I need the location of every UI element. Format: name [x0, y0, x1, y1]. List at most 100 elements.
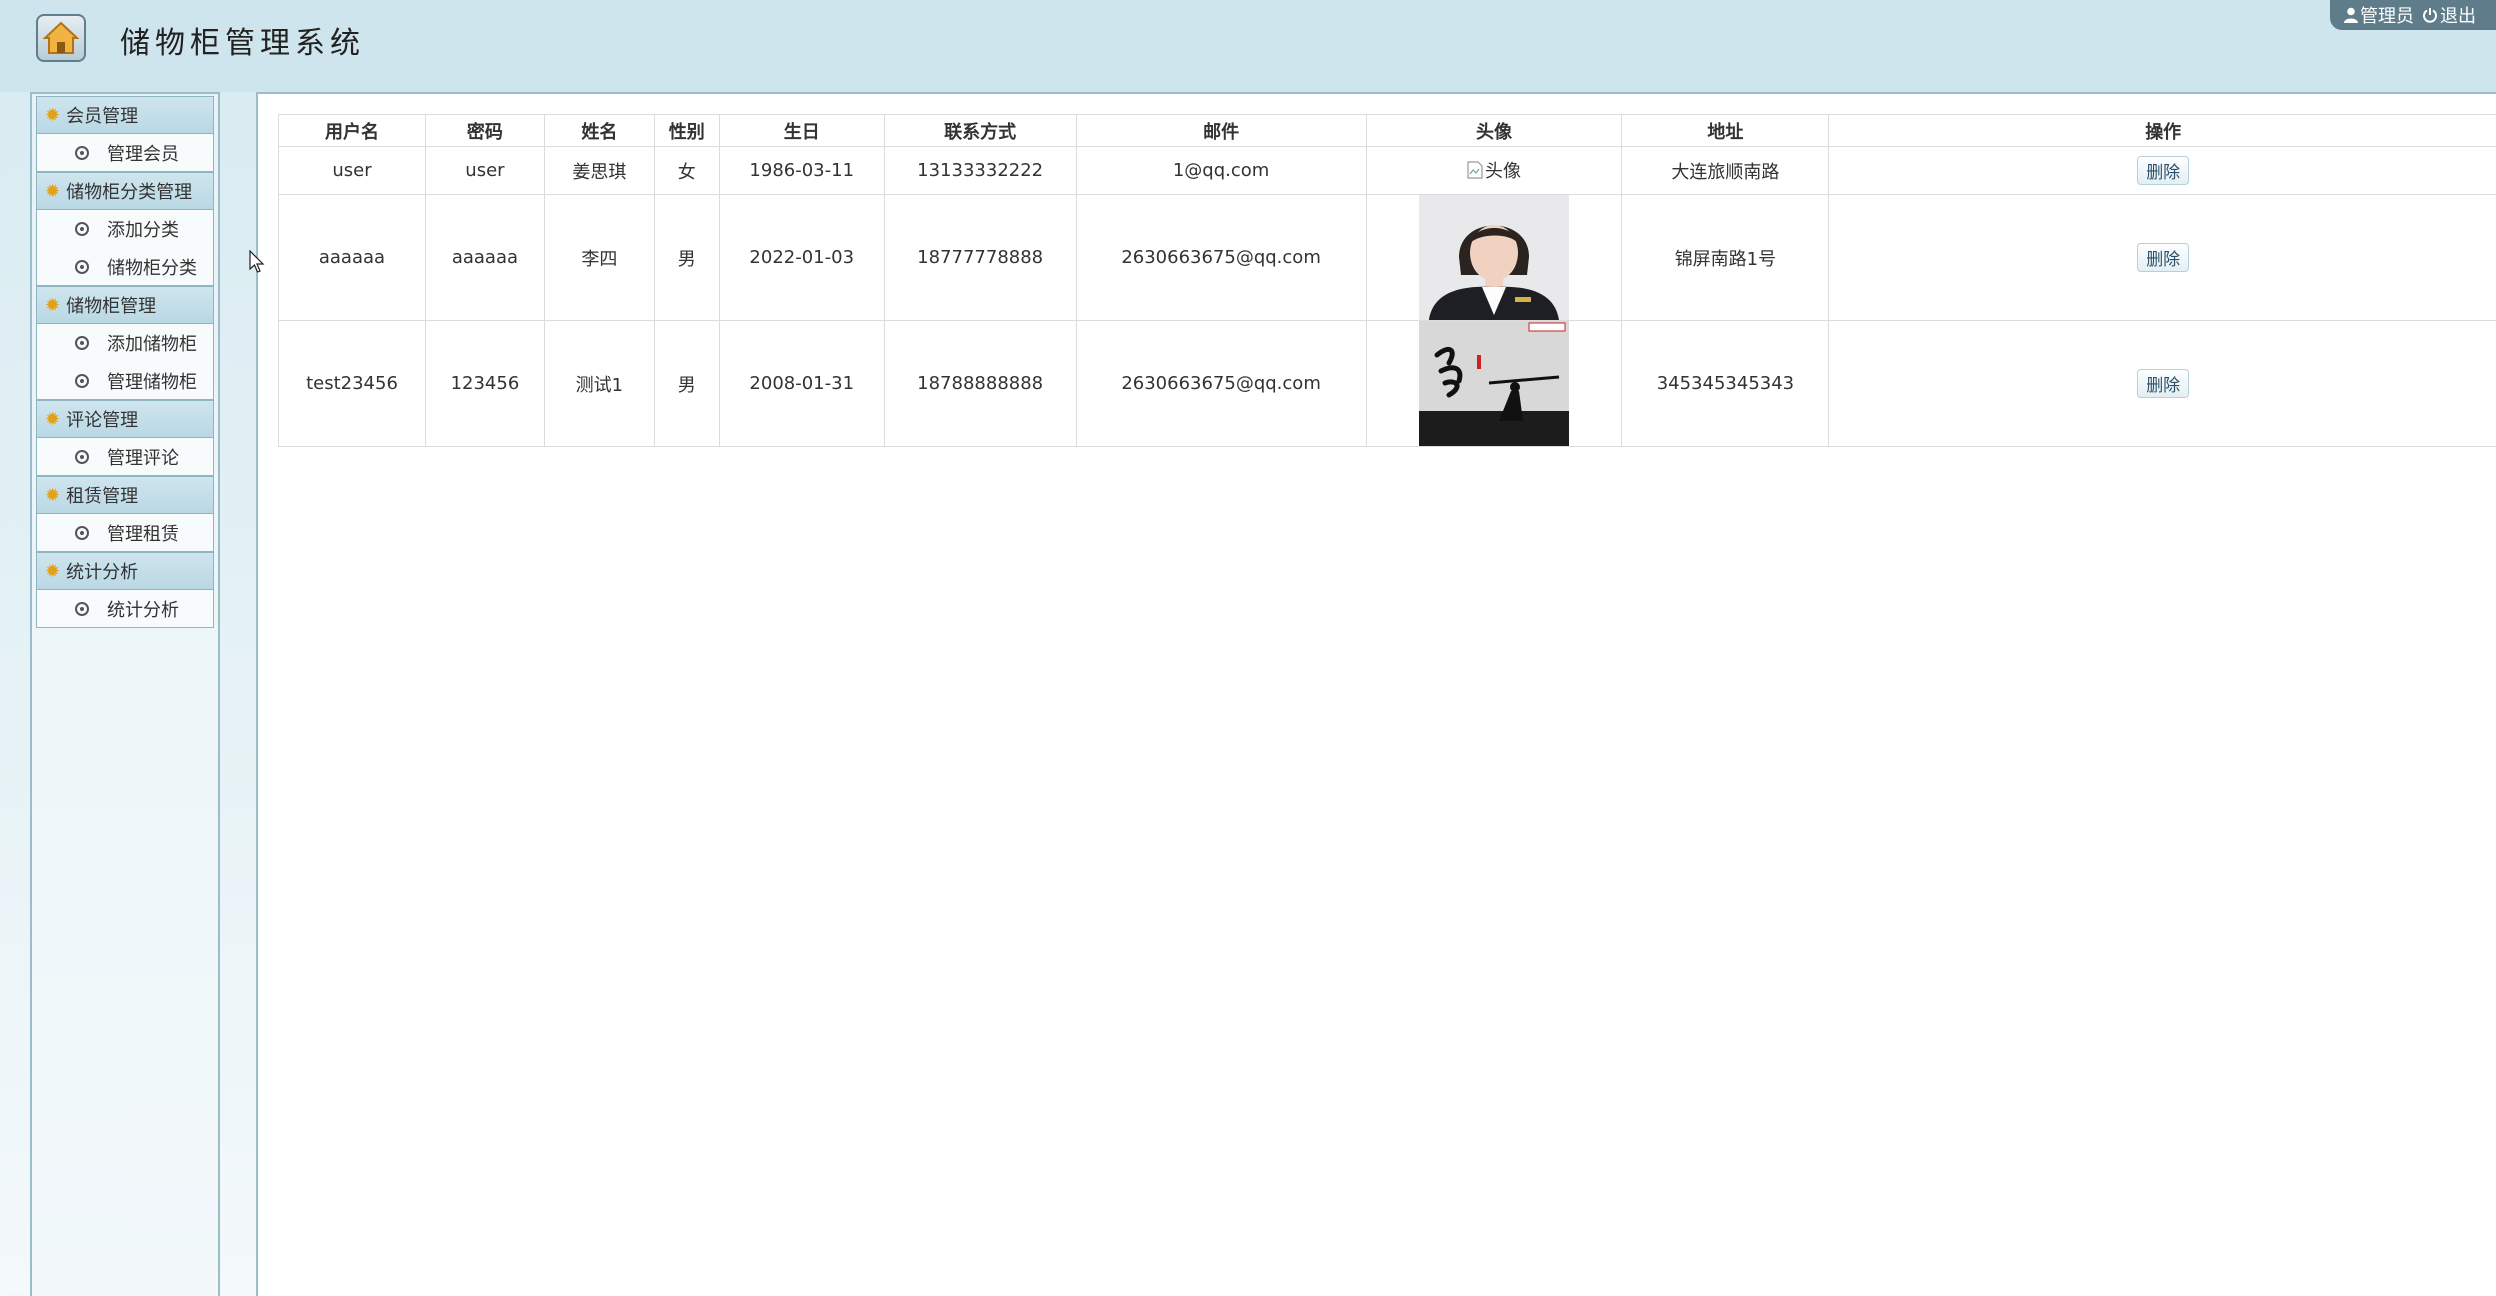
sidebar-item-stats[interactable]: 统计分析: [36, 590, 214, 628]
broken-image: 头像: [1467, 157, 1521, 183]
col-header: 联系方式: [883, 114, 1077, 147]
power-icon: [2423, 8, 2437, 23]
top-header: 储物柜管理系统 管理员 退出: [0, 0, 2496, 92]
sun-icon: ✹: [45, 294, 61, 316]
group-head-stats[interactable]: ✹ 统计分析: [36, 552, 214, 590]
cell-phone: 18777778888: [883, 194, 1077, 321]
cell-avatar: 头像: [1365, 146, 1623, 195]
cell-email: 2630663675@qq.com: [1075, 320, 1367, 447]
bullet-icon: [75, 601, 89, 616]
delete-button[interactable]: 删除: [2137, 369, 2190, 398]
cell-action: 删除: [1828, 194, 2496, 321]
avatar-photo-woman: [1419, 195, 1569, 320]
sidebar-item-label: 储物柜分类: [107, 257, 197, 279]
cell-email: 1@qq.com: [1075, 146, 1367, 195]
app-title: 储物柜管理系统: [120, 26, 365, 61]
menu-group-rental: ✹ 租赁管理 管理租赁: [36, 476, 214, 552]
cell-email: 2630663675@qq.com: [1075, 194, 1367, 321]
mouse-cursor-icon: [249, 250, 265, 273]
logout-link[interactable]: 退出: [2422, 2, 2476, 28]
cell-phone: 18788888888: [883, 320, 1077, 447]
menu-group-locker: ✹ 储物柜管理 添加储物柜 管理储物柜: [36, 286, 214, 400]
cell-action: 删除: [1828, 320, 2496, 447]
sun-icon: ✹: [45, 484, 61, 506]
bullet-icon: [75, 336, 89, 350]
group-label: 储物柜管理: [66, 296, 157, 317]
col-header: 操作: [1828, 114, 2496, 147]
bullet-icon: [75, 145, 89, 160]
home-icon[interactable]: [36, 14, 86, 62]
menu-group-stats: ✹ 统计分析 统计分析: [36, 552, 214, 628]
group-head-member[interactable]: ✹ 会员管理: [36, 96, 214, 134]
cell-password: user: [424, 146, 545, 195]
cell-birthday: 2022-01-03: [718, 194, 885, 321]
group-label: 评论管理: [66, 410, 139, 431]
cell-address: 大连旅顺南路: [1621, 146, 1830, 195]
sidebar-item-label: 管理储物柜: [107, 371, 197, 393]
sidebar-item-manage-comment[interactable]: 管理评论: [36, 438, 214, 476]
sidebar-item-label: 管理评论: [107, 447, 179, 469]
sidebar-item-label: 添加储物柜: [107, 334, 197, 355]
cell-avatar: [1365, 320, 1623, 447]
sun-icon: ✹: [45, 408, 61, 430]
cell-gender: 男: [653, 320, 720, 447]
group-head-rental[interactable]: ✹ 租赁管理: [36, 476, 214, 514]
bullet-icon: [75, 373, 89, 388]
cell-avatar: [1365, 194, 1623, 321]
table-row: test23456 123456 测试1 男 2008-01-31 187888…: [278, 320, 2496, 447]
group-label: 统计分析: [66, 562, 139, 583]
logout-label: 退出: [2440, 6, 2476, 27]
user-icon: [2344, 7, 2358, 23]
cell-username: test23456: [278, 320, 426, 447]
cell-address: 锦屏南路1号: [1621, 194, 1830, 321]
cell-birthday: 1986-03-11: [718, 146, 885, 195]
cell-username: user: [278, 146, 426, 195]
cell-action: 删除: [1828, 146, 2496, 195]
menu-group-comment: ✹ 评论管理 管理评论: [36, 400, 214, 476]
cell-gender: 男: [653, 194, 720, 321]
cell-gender: 女: [653, 146, 720, 195]
admin-label: 管理员: [2360, 6, 2414, 27]
sidebar: ✹ 会员管理 管理会员 ✹ 储物柜分类管理 添加分类 储物柜分类 ✹ 储物柜管理…: [30, 92, 220, 1296]
table-row: user user 姜思琪 女 1986-03-11 13133332222 1…: [278, 146, 2496, 195]
sidebar-item-manage-member[interactable]: 管理会员: [36, 134, 214, 172]
sidebar-item-manage-locker[interactable]: 管理储物柜: [36, 362, 214, 400]
sidebar-item-add-category[interactable]: 添加分类: [36, 210, 214, 248]
col-header: 密码: [424, 114, 545, 147]
sun-icon: ✹: [45, 560, 61, 582]
menu-group-member: ✹ 会员管理 管理会员: [36, 96, 214, 172]
avatar-poster-art: [1419, 321, 1569, 446]
col-header: 生日: [718, 114, 885, 147]
cell-name: 测试1: [543, 320, 655, 447]
cell-birthday: 2008-01-31: [718, 320, 885, 447]
col-header: 地址: [1621, 114, 1830, 147]
sidebar-item-add-locker[interactable]: 添加储物柜: [36, 324, 214, 362]
sidebar-item-label: 添加分类: [107, 220, 179, 241]
menu-group-category: ✹ 储物柜分类管理 添加分类 储物柜分类: [36, 172, 214, 286]
member-table: 用户名 密码 姓名 性别 生日 联系方式 邮件 头像 地址 操作 user us…: [278, 114, 2496, 447]
cell-name: 姜思琪: [543, 146, 655, 195]
cell-phone: 13133332222: [883, 146, 1077, 195]
main-panel: 用户名 密码 姓名 性别 生日 联系方式 邮件 头像 地址 操作 user us…: [256, 92, 2496, 1296]
bullet-icon: [75, 222, 89, 236]
cell-password: 123456: [424, 320, 545, 447]
col-header: 用户名: [278, 114, 426, 147]
sidebar-item-label: 管理租赁: [107, 523, 179, 545]
delete-button[interactable]: 删除: [2137, 243, 2190, 272]
col-header: 邮件: [1075, 114, 1367, 147]
admin-link[interactable]: 管理员: [2344, 2, 2414, 28]
col-header: 性别: [653, 114, 720, 147]
user-bar: 管理员 退出: [2330, 0, 2496, 30]
delete-button[interactable]: 删除: [2137, 156, 2190, 185]
sidebar-item-manage-rental[interactable]: 管理租赁: [36, 514, 214, 552]
cell-username: aaaaaa: [278, 194, 426, 321]
group-head-comment[interactable]: ✹ 评论管理: [36, 400, 214, 438]
sidebar-item-label: 统计分析: [107, 599, 179, 621]
sidebar-item-label: 管理会员: [107, 143, 179, 165]
sidebar-item-category-list[interactable]: 储物柜分类: [36, 248, 214, 286]
group-head-category[interactable]: ✹ 储物柜分类管理: [36, 172, 214, 210]
bullet-icon: [75, 449, 89, 464]
group-label: 会员管理: [66, 106, 139, 127]
group-label: 租赁管理: [66, 486, 139, 507]
group-head-locker[interactable]: ✹ 储物柜管理: [36, 286, 214, 324]
